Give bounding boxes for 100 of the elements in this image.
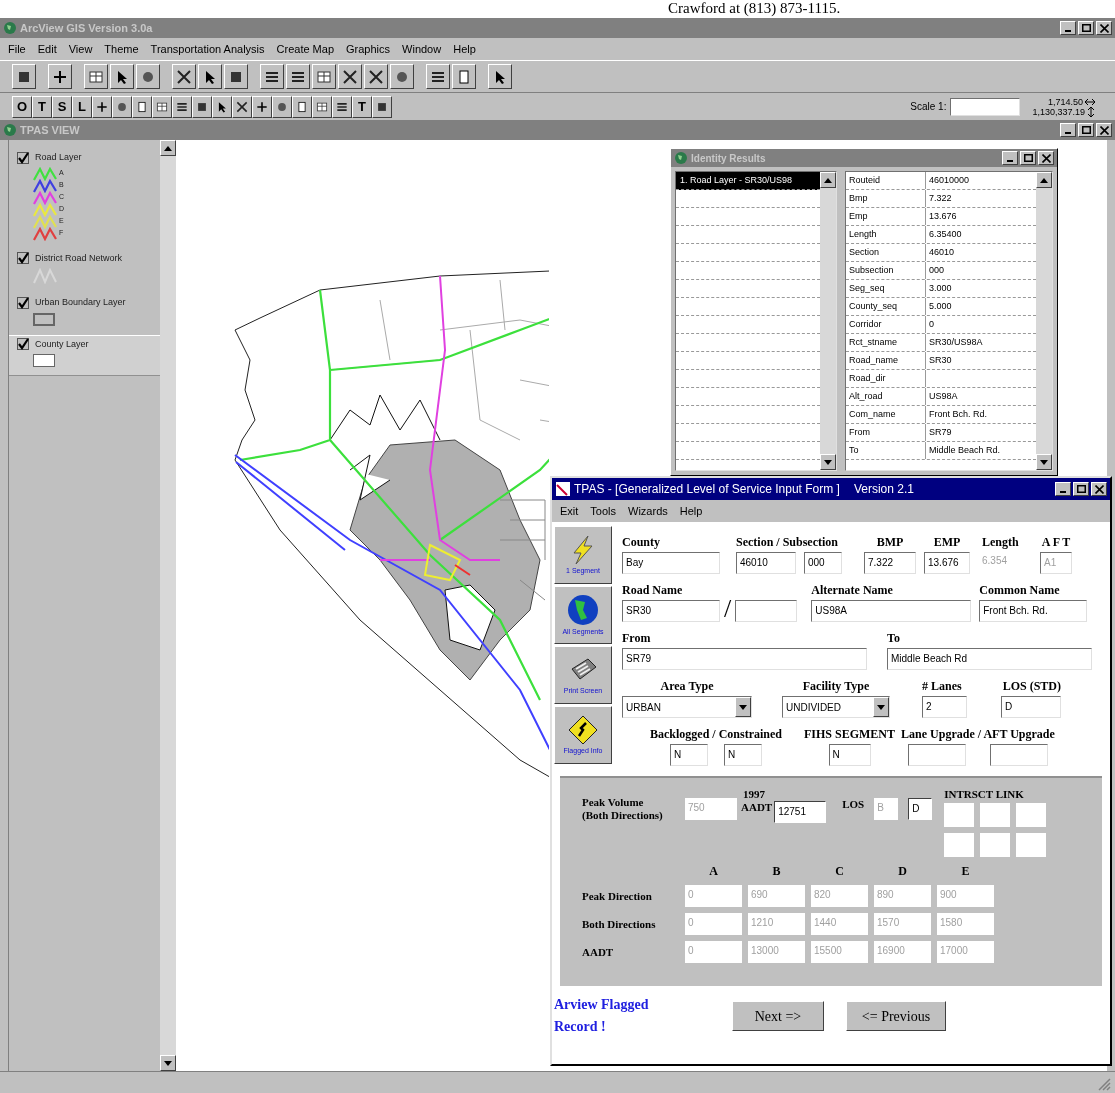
checkbox[interactable] [17,151,29,164]
tool-button[interactable] [372,95,392,118]
toolbar-button[interactable] [312,64,336,89]
toolbar-button[interactable] [286,64,310,89]
scrollbar[interactable] [160,140,176,1071]
toolbar-button[interactable] [84,64,108,89]
scroll-up-button[interactable] [160,140,176,156]
tool-button[interactable] [272,95,292,118]
tool-button[interactable] [152,95,172,118]
toolbar-button[interactable] [172,64,196,89]
input-field[interactable] [989,744,1048,766]
tool-button[interactable] [212,95,232,118]
maximize-button[interactable] [1078,21,1094,35]
toolbar-button[interactable] [338,64,362,89]
tool-button[interactable] [112,95,132,118]
dropdown[interactable]: URBAN [622,696,752,718]
minimize-button[interactable] [1060,21,1076,35]
menu-item[interactable]: Edit [37,40,57,58]
tool-button[interactable]: T [352,95,372,118]
menu-item[interactable]: Transportation Analysis [150,40,265,58]
scroll-down-button[interactable] [160,1055,176,1071]
menu-item[interactable]: Exit [560,502,579,520]
toolbar-button[interactable] [48,64,72,89]
input-field[interactable]: Middle Beach Rd [887,648,1092,670]
input-field[interactable]: Front Bch. Rd. [979,600,1088,622]
input-field[interactable]: US98A [811,600,972,622]
menu-item[interactable]: Tools [590,502,617,520]
scrollbar[interactable] [820,172,836,470]
input-field[interactable]: N [724,744,762,766]
input-field[interactable]: N [670,744,708,766]
minimize-button[interactable] [1060,123,1076,137]
resize-grip-icon[interactable] [1097,1077,1111,1091]
input-field[interactable]: 7.322 [864,552,916,574]
tool-button[interactable] [332,95,352,118]
input-field[interactable]: SR30 [622,600,720,622]
scrollbar[interactable] [1036,172,1052,470]
minimize-button[interactable] [1055,482,1071,496]
scroll-down-button[interactable] [820,454,836,470]
close-button[interactable] [1091,482,1107,496]
input-field[interactable] [944,833,975,857]
tool-button[interactable] [192,95,212,118]
toolbar-button[interactable] [488,64,512,89]
input-field[interactable]: 2 [922,696,967,718]
scroll-down-button[interactable] [1036,454,1052,470]
maximize-button[interactable] [1073,482,1089,496]
input-field[interactable]: N [828,744,871,766]
tool-button[interactable] [172,95,192,118]
tool-button[interactable]: S [52,95,72,118]
checkbox[interactable] [17,338,29,351]
input-field[interactable] [1016,803,1047,827]
tool-button[interactable] [312,95,332,118]
input-field[interactable] [1016,833,1047,857]
input-field[interactable]: D [1001,696,1061,718]
menu-item[interactable]: Graphics [346,40,391,58]
toolbar-button[interactable] [452,64,476,89]
toolbar-button[interactable] [260,64,284,89]
close-button[interactable] [1096,123,1112,137]
result-item[interactable]: 1. Road Layer - SR30/US98 [676,172,820,190]
input-field[interactable]: 46010 [736,552,796,574]
input-field[interactable] [944,803,975,827]
toolbar-button[interactable] [390,64,414,89]
scroll-up-button[interactable] [820,172,836,188]
tool-button[interactable]: T [32,95,52,118]
menu-item[interactable]: Theme [104,40,139,58]
menu-item[interactable]: Help [453,40,476,58]
toolbar-button[interactable] [110,64,134,89]
toolbar-button[interactable] [198,64,222,89]
next-button[interactable]: Next => [732,1001,824,1031]
menu-item[interactable]: Window [402,40,442,58]
menu-item[interactable]: File [8,40,26,58]
tool-button[interactable] [232,95,252,118]
legend-item[interactable]: Urban Boundary Layer [9,293,160,335]
input-field[interactable] [980,833,1011,857]
input-field[interactable] [980,803,1011,827]
input-field[interactable]: 000 [804,552,842,574]
input-field[interactable] [907,744,966,766]
previous-button[interactable]: <= Previous [846,1001,946,1031]
scale-field[interactable] [950,97,1021,116]
menu-item[interactable]: Create Map [276,40,335,58]
close-button[interactable] [1038,151,1054,165]
tool-button[interactable] [92,95,112,118]
toolbar-button[interactable] [224,64,248,89]
menu-item[interactable]: View [68,40,93,58]
tool-button[interactable] [132,95,152,118]
tool-button[interactable] [252,95,272,118]
input-field[interactable] [735,600,798,622]
checkbox[interactable] [17,252,29,265]
toolbar-button[interactable] [12,64,36,89]
tool-button[interactable] [292,95,312,118]
close-button[interactable] [1096,21,1112,35]
input-field[interactable]: 13.676 [924,552,970,574]
maximize-button[interactable] [1078,123,1094,137]
tool-button[interactable]: O [12,95,32,118]
scroll-up-button[interactable] [1036,172,1052,188]
minimize-button[interactable] [1002,151,1018,165]
input-field[interactable]: 12751 [774,801,827,823]
legend-item[interactable]: District Road Network [9,248,160,293]
maximize-button[interactable] [1020,151,1036,165]
toolbar-button[interactable] [364,64,388,89]
input-field[interactable]: D [908,798,933,820]
